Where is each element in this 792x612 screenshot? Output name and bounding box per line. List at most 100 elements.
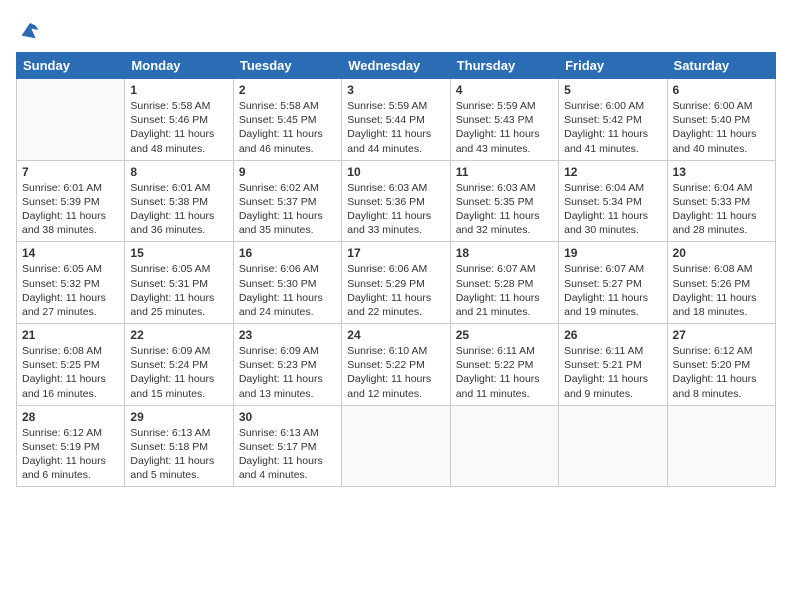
day-cell: 27 Sunrise: 6:12 AM Sunset: 5:20 PM Dayli… [667,324,775,406]
day-info: Sunrise: 6:03 AM Sunset: 5:35 PM Dayligh… [456,181,553,238]
day-number: 20 [673,246,770,260]
day-info: Sunrise: 6:12 AM Sunset: 5:19 PM Dayligh… [22,426,119,483]
day-cell: 18 Sunrise: 6:07 AM Sunset: 5:28 PM Dayli… [450,242,558,324]
day-cell: 29 Sunrise: 6:13 AM Sunset: 5:18 PM Dayli… [125,405,233,487]
day-number: 4 [456,83,553,97]
day-number: 2 [239,83,336,97]
week-row-1: 7Sunrise: 6:01 AM Sunset: 5:39 PM Daylig… [17,160,776,242]
day-cell [450,405,558,487]
day-number: 21 [22,328,119,342]
day-cell: 21Sunrise: 6:08 AM Sunset: 5:25 PM Dayli… [17,324,125,406]
week-row-2: 14 Sunrise: 6:05 AM Sunset: 5:32 PM Dayli… [17,242,776,324]
header-cell-thursday: Thursday [450,53,558,79]
day-info: Sunrise: 6:11 AM Sunset: 5:22 PM Dayligh… [456,344,553,401]
day-number: 3 [347,83,444,97]
day-info: Sunrise: 6:01 AM Sunset: 5:38 PM Dayligh… [130,181,227,238]
day-number: 27 [673,328,770,342]
calendar-header: SundayMondayTuesdayWednesdayThursdayFrid… [17,53,776,79]
day-number: 30 [239,410,336,424]
day-number: 29 [130,410,227,424]
day-cell: 11 Sunrise: 6:03 AM Sunset: 5:35 PM Dayli… [450,160,558,242]
day-number: 28 [22,410,119,424]
logo-icon [16,16,44,44]
day-number: 13 [673,165,770,179]
day-number: 7 [22,165,119,179]
day-cell: 17 Sunrise: 6:06 AM Sunset: 5:29 PM Dayli… [342,242,450,324]
day-cell: 1 Sunrise: 5:58 AM Sunset: 5:46 PM Daylig… [125,79,233,161]
day-info: Sunrise: 6:09 AM Sunset: 5:24 PM Dayligh… [130,344,227,401]
day-number: 1 [130,83,227,97]
header-row: SundayMondayTuesdayWednesdayThursdayFrid… [17,53,776,79]
day-info: Sunrise: 5:59 AM Sunset: 5:44 PM Dayligh… [347,99,444,156]
day-info: Sunrise: 5:59 AM Sunset: 5:43 PM Dayligh… [456,99,553,156]
day-cell: 8 Sunrise: 6:01 AM Sunset: 5:38 PM Daylig… [125,160,233,242]
day-info: Sunrise: 6:05 AM Sunset: 5:32 PM Dayligh… [22,262,119,319]
day-cell: 20 Sunrise: 6:08 AM Sunset: 5:26 PM Dayli… [667,242,775,324]
day-number: 23 [239,328,336,342]
day-cell: 15 Sunrise: 6:05 AM Sunset: 5:31 PM Dayli… [125,242,233,324]
header-cell-tuesday: Tuesday [233,53,341,79]
day-cell [559,405,667,487]
day-cell: 5Sunrise: 6:00 AM Sunset: 5:42 PM Daylig… [559,79,667,161]
day-cell: 2 Sunrise: 5:58 AM Sunset: 5:45 PM Daylig… [233,79,341,161]
header-cell-saturday: Saturday [667,53,775,79]
day-number: 14 [22,246,119,260]
day-info: Sunrise: 6:07 AM Sunset: 5:28 PM Dayligh… [456,262,553,319]
day-info: Sunrise: 6:11 AM Sunset: 5:21 PM Dayligh… [564,344,661,401]
day-cell [342,405,450,487]
day-cell: 23 Sunrise: 6:09 AM Sunset: 5:23 PM Dayli… [233,324,341,406]
day-number: 17 [347,246,444,260]
calendar-table: SundayMondayTuesdayWednesdayThursdayFrid… [16,52,776,487]
day-info: Sunrise: 6:05 AM Sunset: 5:31 PM Dayligh… [130,262,227,319]
header-cell-wednesday: Wednesday [342,53,450,79]
day-info: Sunrise: 6:13 AM Sunset: 5:17 PM Dayligh… [239,426,336,483]
day-cell [667,405,775,487]
day-number: 9 [239,165,336,179]
day-info: Sunrise: 6:08 AM Sunset: 5:26 PM Dayligh… [673,262,770,319]
day-number: 18 [456,246,553,260]
day-cell: 30 Sunrise: 6:13 AM Sunset: 5:17 PM Dayli… [233,405,341,487]
day-info: Sunrise: 6:06 AM Sunset: 5:29 PM Dayligh… [347,262,444,319]
day-info: Sunrise: 6:04 AM Sunset: 5:34 PM Dayligh… [564,181,661,238]
week-row-4: 28 Sunrise: 6:12 AM Sunset: 5:19 PM Dayli… [17,405,776,487]
day-cell: 28 Sunrise: 6:12 AM Sunset: 5:19 PM Dayli… [17,405,125,487]
day-cell: 10 Sunrise: 6:03 AM Sunset: 5:36 PM Dayli… [342,160,450,242]
day-number: 8 [130,165,227,179]
day-info: Sunrise: 6:06 AM Sunset: 5:30 PM Dayligh… [239,262,336,319]
day-info: Sunrise: 6:12 AM Sunset: 5:20 PM Dayligh… [673,344,770,401]
day-number: 11 [456,165,553,179]
day-cell: 19 Sunrise: 6:07 AM Sunset: 5:27 PM Dayli… [559,242,667,324]
day-info: Sunrise: 6:13 AM Sunset: 5:18 PM Dayligh… [130,426,227,483]
day-number: 16 [239,246,336,260]
day-info: Sunrise: 6:03 AM Sunset: 5:36 PM Dayligh… [347,181,444,238]
day-number: 6 [673,83,770,97]
header-cell-monday: Monday [125,53,233,79]
day-cell: 9Sunrise: 6:02 AM Sunset: 5:37 PM Daylig… [233,160,341,242]
day-cell [17,79,125,161]
day-number: 12 [564,165,661,179]
day-info: Sunrise: 6:09 AM Sunset: 5:23 PM Dayligh… [239,344,336,401]
day-number: 5 [564,83,661,97]
day-number: 10 [347,165,444,179]
day-number: 25 [456,328,553,342]
day-info: Sunrise: 6:10 AM Sunset: 5:22 PM Dayligh… [347,344,444,401]
day-info: Sunrise: 5:58 AM Sunset: 5:45 PM Dayligh… [239,99,336,156]
week-row-3: 21Sunrise: 6:08 AM Sunset: 5:25 PM Dayli… [17,324,776,406]
day-cell: 22 Sunrise: 6:09 AM Sunset: 5:24 PM Dayli… [125,324,233,406]
day-cell: 4 Sunrise: 5:59 AM Sunset: 5:43 PM Daylig… [450,79,558,161]
day-cell: 7Sunrise: 6:01 AM Sunset: 5:39 PM Daylig… [17,160,125,242]
day-info: Sunrise: 5:58 AM Sunset: 5:46 PM Dayligh… [130,99,227,156]
day-cell: 25 Sunrise: 6:11 AM Sunset: 5:22 PM Dayli… [450,324,558,406]
day-cell: 6Sunrise: 6:00 AM Sunset: 5:40 PM Daylig… [667,79,775,161]
day-info: Sunrise: 6:04 AM Sunset: 5:33 PM Dayligh… [673,181,770,238]
day-cell: 16 Sunrise: 6:06 AM Sunset: 5:30 PM Dayli… [233,242,341,324]
day-number: 22 [130,328,227,342]
day-number: 19 [564,246,661,260]
day-number: 15 [130,246,227,260]
day-info: Sunrise: 6:07 AM Sunset: 5:27 PM Dayligh… [564,262,661,319]
calendar-body: 1 Sunrise: 5:58 AM Sunset: 5:46 PM Daylig… [17,79,776,487]
day-cell: 14 Sunrise: 6:05 AM Sunset: 5:32 PM Dayli… [17,242,125,324]
day-cell: 26Sunrise: 6:11 AM Sunset: 5:21 PM Dayli… [559,324,667,406]
day-cell: 24Sunrise: 6:10 AM Sunset: 5:22 PM Dayli… [342,324,450,406]
page-header [16,16,776,44]
